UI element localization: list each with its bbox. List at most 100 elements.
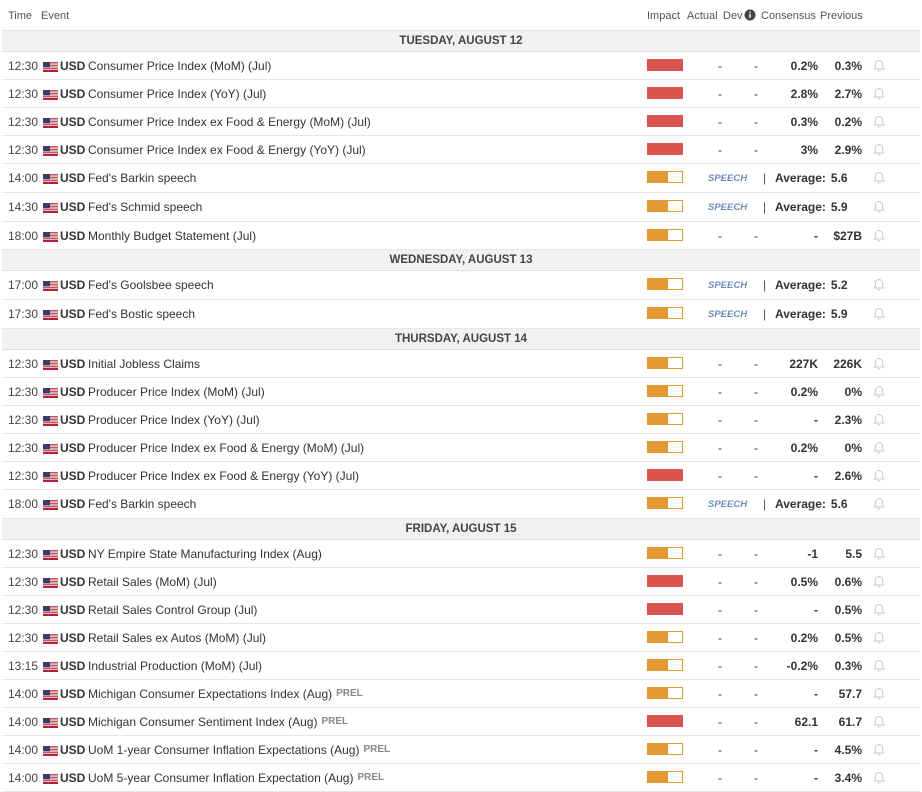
event-name[interactable]: Michigan Consumer Expectations Index (Au…: [88, 687, 332, 701]
event-name[interactable]: Initial Jobless Claims: [88, 357, 200, 371]
bell-icon[interactable]: [872, 497, 886, 511]
event-name-cell[interactable]: Monthly Budget Statement (Jul): [88, 222, 256, 249]
bell-icon[interactable]: [872, 115, 886, 129]
table-row[interactable]: 14:00 USD Fed's Barkin speech SPEECH | Averag…: [2, 164, 920, 193]
event-name[interactable]: Consumer Price Index (YoY) (Jul): [88, 87, 266, 101]
table-row[interactable]: 17:30 USD Fed's Bostic speech SPEECH | Averag…: [2, 300, 920, 329]
event-name-cell[interactable]: Retail Sales (MoM) (Jul): [88, 568, 217, 595]
bell-icon[interactable]: [872, 87, 886, 101]
event-name-cell[interactable]: Consumer Price Index ex Food & Energy (M…: [88, 108, 371, 135]
event-name[interactable]: Industrial Production (MoM) (Jul): [88, 659, 262, 673]
bell-icon[interactable]: [872, 229, 886, 243]
event-name-cell[interactable]: Consumer Price Index (MoM) (Jul): [88, 52, 271, 79]
event-name-cell[interactable]: Retail Sales Control Group (Jul): [88, 596, 257, 623]
event-name[interactable]: Producer Price Index (MoM) (Jul): [88, 385, 265, 399]
event-name[interactable]: Producer Price Index ex Food & Energy (Y…: [88, 469, 359, 483]
col-dev-header[interactable]: Dev: [723, 10, 743, 22]
event-name-cell[interactable]: Consumer Price Index (YoY) (Jul): [88, 80, 266, 107]
bell-icon[interactable]: [872, 603, 886, 617]
table-row[interactable]: 14:30 USD Fed's Schmid speech SPEECH | Averag…: [2, 193, 920, 222]
event-name[interactable]: Consumer Price Index ex Food & Energy (M…: [88, 115, 371, 129]
bell-icon[interactable]: [872, 278, 886, 292]
bell-icon[interactable]: [872, 307, 886, 321]
table-row[interactable]: 13:15 USD Industrial Production (MoM) (Jul…: [2, 652, 920, 680]
event-name[interactable]: Producer Price Index (YoY) (Jul): [88, 413, 260, 427]
table-row[interactable]: 18:00 USD Monthly Budget Statement (Jul) - -…: [2, 222, 920, 250]
event-name-cell[interactable]: Fed's Schmid speech: [88, 193, 202, 221]
event-name-cell[interactable]: Michigan Consumer Expectations Index (Au…: [88, 680, 363, 707]
bell-icon[interactable]: [872, 413, 886, 427]
table-row[interactable]: 12:30 USD Producer Price Index (MoM) (Jul)…: [2, 378, 920, 406]
table-row[interactable]: 14:00 USD Michigan Consumer Expectations I…: [2, 680, 920, 708]
event-name[interactable]: Consumer Price Index ex Food & Energy (Y…: [88, 143, 366, 157]
table-row[interactable]: 14:00 USD UoM 1-year Consumer Inflation Ex…: [2, 736, 920, 764]
bell-icon[interactable]: [872, 771, 886, 785]
bell-icon[interactable]: [872, 659, 886, 673]
bell-icon[interactable]: [872, 469, 886, 483]
bell-icon[interactable]: [872, 631, 886, 645]
event-name[interactable]: Monthly Budget Statement (Jul): [88, 229, 256, 243]
col-impact-header[interactable]: Impact: [647, 10, 680, 22]
event-name[interactable]: Producer Price Index ex Food & Energy (M…: [88, 441, 364, 455]
table-row[interactable]: 12:30 USD NY Empire State Manufacturing In…: [2, 540, 920, 568]
table-row[interactable]: 18:00 USD Fed's Barkin speech SPEECH | Averag…: [2, 490, 920, 519]
event-name[interactable]: Fed's Barkin speech: [88, 497, 196, 511]
event-name-cell[interactable]: Producer Price Index (MoM) (Jul): [88, 378, 265, 405]
event-name-cell[interactable]: Producer Price Index (YoY) (Jul): [88, 406, 260, 433]
table-row[interactable]: 12:30 USD Producer Price Index ex Food & E…: [2, 434, 920, 462]
col-previous-header[interactable]: Previous: [820, 10, 863, 22]
bell-icon[interactable]: [872, 357, 886, 371]
bell-icon[interactable]: [872, 171, 886, 185]
table-row[interactable]: 12:30 USD Retail Sales Control Group (Jul)…: [2, 596, 920, 624]
event-name-cell[interactable]: Initial Jobless Claims: [88, 350, 200, 377]
event-name-cell[interactable]: Fed's Bostic speech: [88, 300, 195, 328]
table-row[interactable]: 12:30 USD Producer Price Index (YoY) (Jul)…: [2, 406, 920, 434]
table-row[interactable]: 12:30 USD Retail Sales (MoM) (Jul) - -0.5% 0.…: [2, 568, 920, 596]
col-time-header[interactable]: Time: [8, 10, 32, 22]
table-row[interactable]: 12:30 USD Producer Price Index ex Food & E…: [2, 462, 920, 490]
col-event-header[interactable]: Event: [41, 10, 69, 22]
event-name-cell[interactable]: Industrial Production (MoM) (Jul): [88, 652, 262, 679]
event-name[interactable]: Fed's Barkin speech: [88, 171, 196, 185]
bell-icon[interactable]: [872, 441, 886, 455]
table-row[interactable]: 12:30 USD Consumer Price Index ex Food & E…: [2, 108, 920, 136]
event-name-cell[interactable]: UoM 1-year Consumer Inflation Expectatio…: [88, 736, 390, 763]
bell-icon[interactable]: [872, 575, 886, 589]
bell-icon[interactable]: [872, 59, 886, 73]
event-name[interactable]: UoM 1-year Consumer Inflation Expectatio…: [88, 743, 359, 757]
event-name[interactable]: Consumer Price Index (MoM) (Jul): [88, 59, 271, 73]
event-name[interactable]: Fed's Schmid speech: [88, 200, 202, 214]
event-name[interactable]: NY Empire State Manufacturing Index (Aug…: [88, 547, 322, 561]
event-name[interactable]: Retail Sales ex Autos (MoM) (Jul): [88, 631, 266, 645]
table-row[interactable]: 12:30 USD Retail Sales ex Autos (MoM) (Jul…: [2, 624, 920, 652]
event-name[interactable]: Retail Sales (MoM) (Jul): [88, 575, 217, 589]
bell-icon[interactable]: [872, 547, 886, 561]
event-name[interactable]: Michigan Consumer Sentiment Index (Aug): [88, 715, 317, 729]
table-row[interactable]: 14:00 USD Michigan Consumer Sentiment Inde…: [2, 708, 920, 736]
event-name-cell[interactable]: Fed's Barkin speech: [88, 164, 196, 192]
event-name-cell[interactable]: Fed's Goolsbee speech: [88, 271, 214, 299]
table-row[interactable]: 12:30 USD Consumer Price Index (YoY) (Jul)…: [2, 80, 920, 108]
bell-icon[interactable]: [872, 687, 886, 701]
event-name-cell[interactable]: NY Empire State Manufacturing Index (Aug…: [88, 540, 322, 567]
table-row[interactable]: 17:00 USD Fed's Goolsbee speech SPEECH | Aver…: [2, 271, 920, 300]
event-name[interactable]: Retail Sales Control Group (Jul): [88, 603, 257, 617]
event-name-cell[interactable]: Michigan Consumer Sentiment Index (Aug) P…: [88, 708, 348, 735]
col-consensus-header[interactable]: Consensus: [761, 10, 816, 22]
bell-icon[interactable]: [872, 715, 886, 729]
bell-icon[interactable]: [872, 200, 886, 214]
event-name[interactable]: Fed's Goolsbee speech: [88, 278, 214, 292]
event-name-cell[interactable]: Fed's Barkin speech: [88, 490, 196, 518]
event-name-cell[interactable]: Producer Price Index ex Food & Energy (M…: [88, 434, 364, 461]
bell-icon[interactable]: [872, 743, 886, 757]
info-icon[interactable]: [744, 9, 756, 24]
table-row[interactable]: 14:00 USD UoM 5-year Consumer Inflation Ex…: [2, 764, 920, 792]
table-row[interactable]: 12:30 USD Initial Jobless Claims - -227K 226K: [2, 350, 920, 378]
event-name-cell[interactable]: Producer Price Index ex Food & Energy (Y…: [88, 462, 359, 489]
table-row[interactable]: 12:30 USD Consumer Price Index ex Food & E…: [2, 136, 920, 164]
event-name[interactable]: Fed's Bostic speech: [88, 307, 195, 321]
col-actual-header[interactable]: Actual: [687, 10, 718, 22]
event-name-cell[interactable]: Retail Sales ex Autos (MoM) (Jul): [88, 624, 266, 651]
table-row[interactable]: 12:30 USD Consumer Price Index (MoM) (Jul)…: [2, 52, 920, 80]
bell-icon[interactable]: [872, 385, 886, 399]
